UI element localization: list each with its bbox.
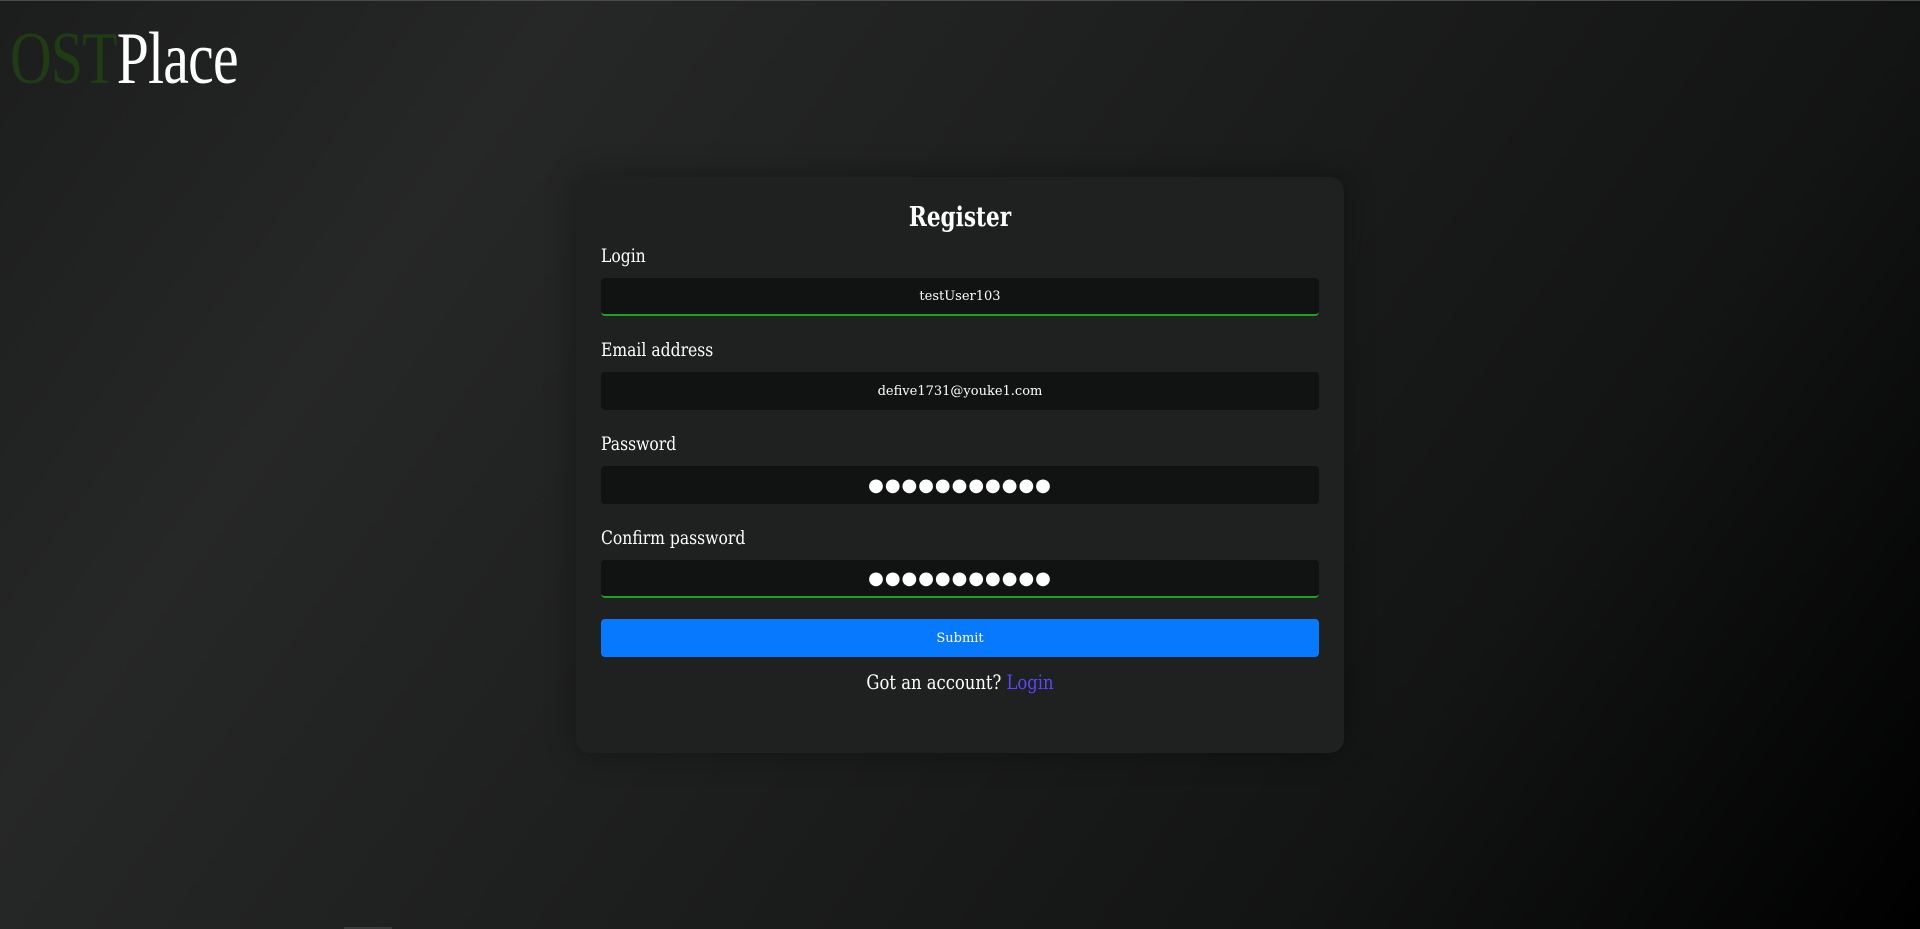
register-card: Register Login Email address Password Co…: [576, 177, 1344, 753]
register-title: Register: [908, 202, 1012, 233]
email-label: Email address: [601, 339, 714, 361]
confirm-password-input[interactable]: [601, 560, 1319, 598]
password-label: Password: [601, 433, 677, 455]
email-input[interactable]: [601, 372, 1319, 410]
account-prompt-text: Got an account?: [866, 670, 1002, 694]
login-link[interactable]: Login: [1006, 670, 1053, 694]
login-input[interactable]: [601, 278, 1319, 316]
logo-part-ost: OST: [10, 18, 117, 100]
account-prompt-row: Got an account? Login: [666, 667, 1255, 697]
site-logo[interactable]: OSTPlace: [10, 18, 239, 100]
login-label: Login: [601, 245, 646, 267]
password-input[interactable]: [601, 466, 1319, 504]
submit-button[interactable]: Submit: [601, 619, 1319, 657]
confirm-password-label: Confirm password: [601, 527, 746, 549]
logo-part-place: Place: [116, 18, 239, 100]
